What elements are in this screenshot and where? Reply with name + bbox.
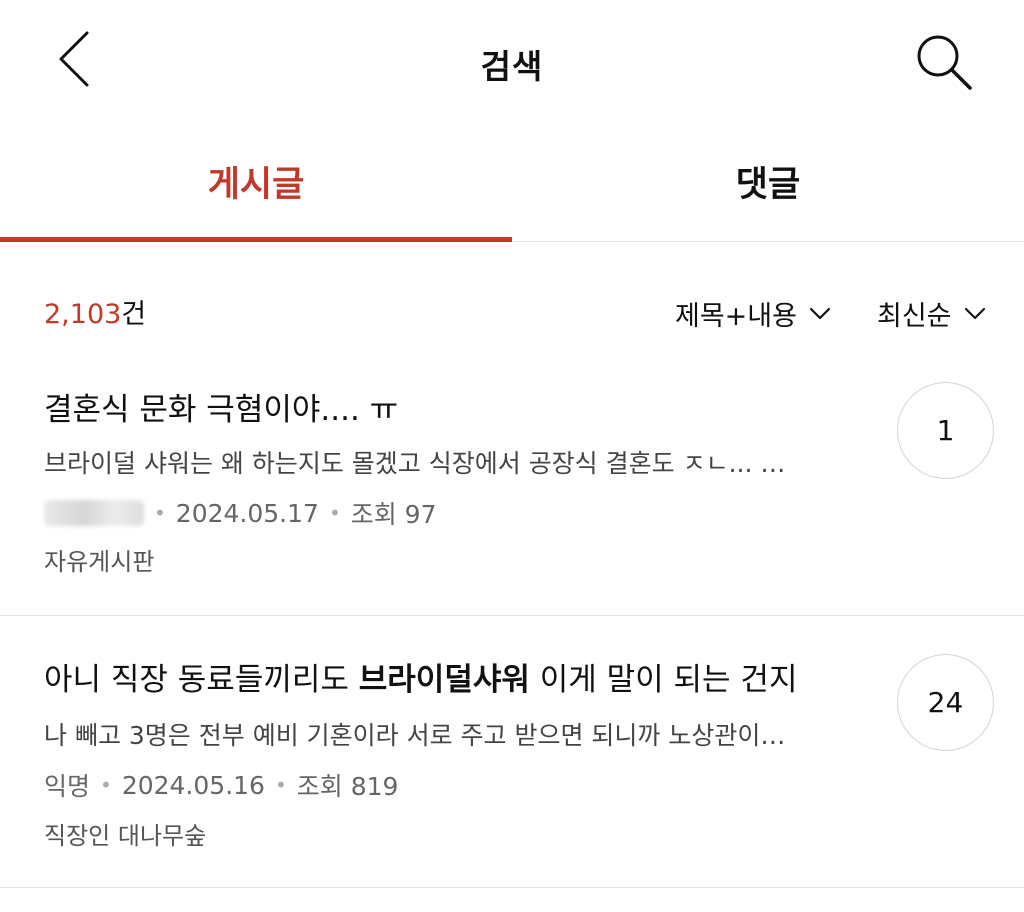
result-count-unit: 건 (121, 299, 147, 330)
meta-separator: • (100, 773, 112, 797)
post-title-text-rest: 이게 말이 되는 건지 (529, 662, 798, 698)
post-title-text: 아니 직장 동료들끼리도 (44, 662, 359, 698)
tab-comments[interactable]: 댓글 (512, 124, 1024, 242)
top-app-bar: 검색 (0, 0, 1024, 124)
page-title: 검색 (480, 47, 544, 86)
post-date: 2024.05.16 (121, 770, 265, 800)
filter-bar: 2,103건 제목+내용 최신순 (0, 242, 1024, 362)
post-meta: • 2024.05.17 • 조회 97 (44, 495, 437, 531)
post-title: 결혼식 문화 극혐이야.... ㅠ (44, 384, 398, 429)
sort-order-label: 최신순 (877, 301, 952, 332)
post-views: 조회 819 (296, 772, 399, 801)
post-title-text: 결혼식 문화 극혐이야.... ㅠ (44, 392, 399, 428)
post-date: 2024.05.17 (175, 498, 319, 528)
post-title: 아니 직장 동료들끼리도 브라이덜샤워 이게 말이 되는 건지 (44, 654, 797, 699)
comment-count-badge: 24 (897, 654, 994, 751)
post-preview: 브라이덜 샤워는 왜 하는지도 몰겠고 식장에서 공장식 결혼도 ㅈㄴ... … (44, 449, 786, 478)
meta-separator: • (154, 501, 166, 525)
search-icon (917, 35, 972, 90)
post-board-name: 자유게시판 (44, 548, 155, 576)
search-scope-label: 제목+내용 (675, 301, 797, 332)
chevron-down-icon (809, 307, 831, 319)
comment-count-badge: 1 (897, 382, 994, 479)
post-board-name: 직장인 대나무숲 (44, 822, 207, 850)
result-count: 2,103건 (44, 292, 146, 331)
result-count-number: 2,103 (44, 299, 122, 330)
result-tabs: 게시글 댓글 (0, 124, 1024, 242)
post-meta: 익명 • 2024.05.16 • 조회 819 (44, 767, 398, 803)
tab-posts[interactable]: 게시글 (0, 124, 512, 242)
post-item[interactable]: 결혼식 문화 극혐이야.... ㅠ 브라이덜 샤워는 왜 하는지도 몰겠고 식장… (0, 362, 1024, 616)
post-author-blurred (44, 500, 144, 526)
post-views: 조회 97 (350, 500, 437, 529)
post-preview: 나 빼고 3명은 전부 예비 기혼이라 서로 주고 받으면 되니까 노상관이… (44, 721, 786, 750)
post-author: 익명 (44, 772, 91, 801)
chevron-down-icon (964, 307, 985, 319)
sort-order-dropdown[interactable]: 최신순 (877, 294, 986, 333)
meta-separator: • (328, 501, 341, 525)
search-scope-dropdown[interactable]: 제목+내용 (675, 294, 831, 333)
post-title-highlight: 브라이덜샤워 (358, 662, 530, 698)
post-item[interactable]: 아니 직장 동료들끼리도 브라이덜샤워 이게 말이 되는 건지 나 빼고 3명은… (0, 616, 1024, 888)
meta-separator: • (274, 773, 287, 797)
search-button[interactable] (906, 24, 982, 100)
